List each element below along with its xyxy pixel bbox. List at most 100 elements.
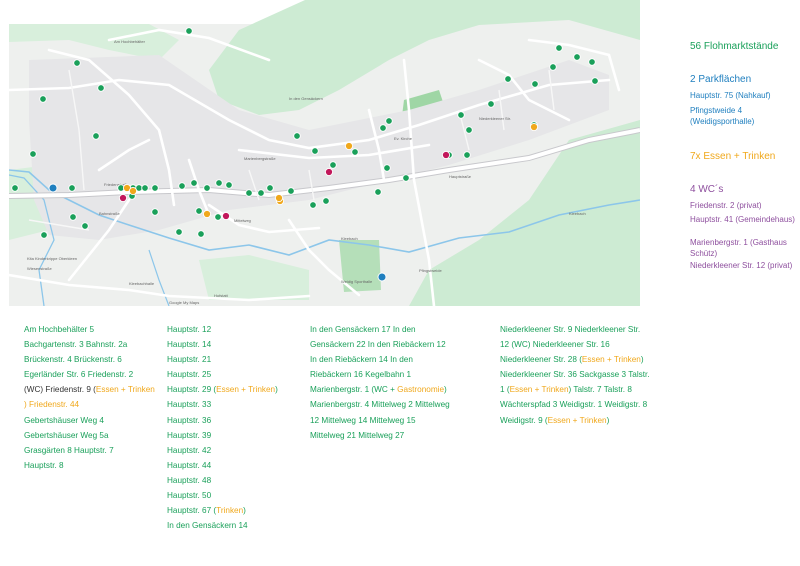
stall-marker[interactable]	[329, 161, 337, 169]
food-marker[interactable]	[274, 193, 284, 203]
stall-marker[interactable]	[555, 44, 563, 52]
stall-marker[interactable]	[175, 228, 183, 236]
wc-marker[interactable]	[118, 193, 128, 203]
stall-marker[interactable]	[293, 132, 301, 140]
address-row: 12 Mittelweg 14 Mittelweg 15	[310, 415, 416, 425]
stall-marker[interactable]	[69, 213, 77, 221]
food-marker[interactable]	[344, 141, 354, 151]
food-marker[interactable]	[202, 209, 212, 219]
stall-marker[interactable]	[39, 95, 47, 103]
address-row: Hauptstr. 36	[167, 415, 212, 425]
address-row: Hauptstr. 48	[167, 475, 212, 485]
stall-marker[interactable]	[97, 84, 105, 92]
stall-marker[interactable]	[141, 184, 149, 192]
stall-marker[interactable]	[68, 184, 76, 192]
address-text: )	[243, 506, 246, 516]
address-column-1: Am Hochbehälter 5 Bachgartenstr. 3 Bahns…	[24, 322, 155, 473]
food-tag: Essen + Trinken	[216, 385, 276, 395]
address-row: Bachgartenstr. 3 Bahnstr. 2a	[24, 340, 128, 350]
map-label-weidigsporthalle: Weidig Sporthalle	[341, 279, 373, 284]
stall-marker[interactable]	[245, 189, 253, 197]
stall-marker[interactable]	[197, 230, 205, 238]
map[interactable]: Am Hochbehälter Bahnstraße Hauptstraße K…	[9, 0, 640, 306]
stall-marker[interactable]	[531, 80, 539, 88]
address-text: )	[444, 385, 447, 395]
stall-marker[interactable]	[351, 148, 359, 156]
address-text: )	[640, 355, 644, 365]
address-row: Hauptstr. 29 (Essen + Trinken)	[167, 382, 287, 397]
address-row: In den Gensäckern 14	[167, 521, 248, 531]
legend-wc-1: Friedenstr. 2 (privat)	[690, 201, 762, 210]
stall-marker[interactable]	[29, 150, 37, 158]
stall-marker[interactable]	[11, 184, 19, 192]
stall-marker[interactable]	[309, 201, 317, 209]
stall-marker[interactable]	[465, 126, 473, 134]
stall-marker[interactable]	[225, 181, 233, 189]
address-row: (WC) Friedenstr. 9 (Essen + Trinken	[24, 382, 155, 397]
address-column-4: Niederkleener Str. 9 Niederkleener Str. …	[500, 322, 650, 428]
stall-marker[interactable]	[591, 77, 599, 85]
stall-marker[interactable]	[81, 222, 89, 230]
stall-marker[interactable]	[402, 174, 410, 182]
stall-marker[interactable]	[463, 151, 471, 159]
address-row: In den Riebäckern 14 In den	[310, 355, 413, 365]
stall-marker[interactable]	[257, 189, 265, 197]
address-row: Gebertshäuser Weg 4	[24, 415, 104, 425]
stall-marker[interactable]	[92, 132, 100, 140]
wc-marker[interactable]	[324, 167, 334, 177]
stall-marker[interactable]	[178, 182, 186, 190]
stall-marker[interactable]	[588, 58, 596, 66]
stall-marker[interactable]	[311, 147, 319, 155]
address-row: Riebäckern 16 Kegelbahn 1	[310, 370, 412, 380]
stall-marker[interactable]	[40, 231, 48, 239]
address-row: Hauptstr. 33	[167, 400, 212, 410]
stall-marker[interactable]	[214, 213, 222, 221]
address-row: In den Gensäckern 17 In den	[310, 325, 416, 334]
stall-marker[interactable]	[190, 179, 198, 187]
address-text: (WC) Friedenstr. 9 (	[24, 385, 96, 395]
address-row: Weidigstr. 9 (Essen + Trinken)	[500, 413, 648, 428]
legend-parking-title: 2 Parkflächen	[690, 74, 752, 85]
stall-marker[interactable]	[487, 100, 495, 108]
wc-marker[interactable]	[441, 150, 451, 160]
stall-marker[interactable]	[573, 53, 581, 61]
stall-marker[interactable]	[195, 207, 203, 215]
map-label-wiesenstr: Wiesenstraße	[27, 266, 52, 271]
address-row: Mittelweg 21 Mittelweg 27	[310, 430, 405, 440]
stall-marker[interactable]	[151, 184, 159, 192]
stall-marker[interactable]	[379, 124, 387, 132]
address-row: Gensäckern 22 In den Riebäckern 12	[310, 340, 446, 350]
food-marker[interactable]	[529, 122, 539, 132]
map-label-pfingstweide: Pfingstweide	[419, 268, 442, 273]
wc-marker[interactable]	[221, 211, 231, 221]
map-label-marienbergstr: Marienbergstraße	[244, 156, 276, 161]
address-row: Niederkleener Str. 9 Niederkleener Str.	[500, 325, 641, 334]
map-label-niederkleener: Niederkleener Str.	[479, 116, 511, 121]
legend-parking-1: Hauptstr. 75 (Nahkauf)	[690, 91, 771, 100]
address-row: Am Hochbehälter 5	[24, 325, 95, 334]
stall-marker[interactable]	[73, 59, 81, 67]
parking-marker[interactable]	[48, 183, 58, 193]
stall-marker[interactable]	[185, 27, 193, 35]
stall-marker[interactable]	[374, 188, 382, 196]
map-canvas[interactable]: Am Hochbehälter Bahnstraße Hauptstraße K…	[9, 0, 640, 306]
map-label-kleebach-2: Kleebach	[341, 236, 358, 241]
stall-marker[interactable]	[266, 184, 274, 192]
stall-marker[interactable]	[151, 208, 159, 216]
stall-marker[interactable]	[504, 75, 512, 83]
stall-marker[interactable]	[215, 179, 223, 187]
map-label-kleebachhalle: Kleebachhalle	[129, 281, 155, 286]
address-row: Niederkleener Str. 36 Sackgasse 3 Talstr…	[500, 370, 650, 380]
stall-marker[interactable]	[287, 187, 295, 195]
stall-marker[interactable]	[385, 117, 393, 125]
stall-marker[interactable]	[549, 63, 557, 71]
stall-marker[interactable]	[457, 111, 465, 119]
parking-marker[interactable]	[377, 272, 387, 282]
address-text: Hauptstr. 67 (	[167, 506, 217, 516]
food-marker[interactable]	[128, 186, 138, 196]
address-row: Hauptstr. 44	[167, 460, 212, 470]
stall-marker[interactable]	[383, 164, 391, 172]
stall-marker[interactable]	[203, 184, 211, 192]
map-label-hofstatt: Hofstatt	[214, 293, 229, 298]
stall-marker[interactable]	[322, 197, 330, 205]
